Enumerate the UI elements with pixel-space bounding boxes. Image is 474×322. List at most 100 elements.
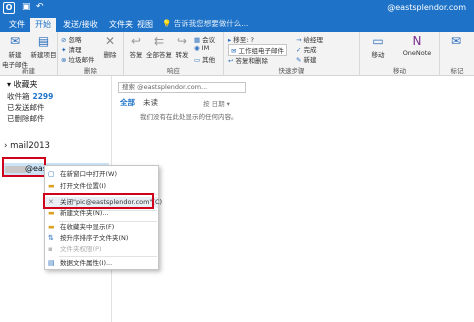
user-account[interactable]: @eastsplendor.com [387,3,466,12]
folder-inbox[interactable]: 收件箱 2299 [7,91,53,102]
more-button[interactable]: ▭ 其他 [194,54,215,64]
envelope-icon: ✉ [450,34,462,48]
ignore-button[interactable]: ⊘ 忽略 [61,34,81,44]
tab-file[interactable]: 文件 [4,18,30,32]
sort-dropdown[interactable]: 按 日期 ▾ [203,98,230,108]
undo-icon[interactable]: ↶ [36,2,44,12]
deleted-label: 已删除邮件 [7,114,45,123]
title-bar: O ▣ ↶ @eastsplendor.com [0,0,474,16]
onenote-icon: N [412,34,422,48]
quickstep-done[interactable]: ✓ 完成 [296,44,316,54]
ribbon: ✉ 新建 电子邮件 ▤ 新建项目 新建 ⊘ 忽略 ✦ 清理 ⊗ 垃圾邮件 ✕ 删除 删… [0,32,474,76]
ignore-icon: ⊘ [61,36,67,44]
folder-deleted[interactable]: 已删除邮件 [7,113,45,124]
tell-me-text: 告诉我您想要做什么... [173,19,249,28]
new-items-label: 新建项目 [30,51,57,59]
ribbon-group-label: 响应 [167,67,180,75]
quickstep-create-new[interactable]: ✎ 新建 [296,54,316,64]
move-to-label: 移至: ? [233,36,254,44]
create-new-icon: ✎ [296,56,302,64]
folder-sent[interactable]: 已发送邮件 [7,102,45,113]
new-items-button[interactable]: ▤ 新建项目 [30,34,57,59]
filter-all[interactable]: 全部 [120,97,135,108]
properties-icon: ▤ [48,259,55,267]
sort-icon: ⇅ [48,234,54,242]
favorites-header[interactable]: ▾ 收藏夹 [7,79,38,90]
junk-button[interactable]: ⊗ 垃圾邮件 [61,54,94,64]
reply-icon: ↩ [130,34,142,48]
ribbon-group-tags: ✉ 标记 [440,32,474,76]
lightbulb-icon: 💡 [162,19,172,28]
mailbox-mail2013[interactable]: › mail2013 [4,141,50,151]
new-window-icon: ▢ [48,170,55,178]
reply-label: 答复 [129,51,143,59]
more-label: 其他 [202,56,216,64]
mailbox-label: mail2013 [10,141,50,151]
quickstep-reply-delete[interactable]: ↩ 答复和删除 [228,55,268,65]
menu-label: 文件夹权限(P) [60,245,102,253]
team-email-label: 工作组电子邮件 [238,47,284,55]
meeting-button[interactable]: ▦ 会议 [194,34,215,44]
ribbon-group-label: 快速步骤 [278,67,305,75]
unread-read-button[interactable]: ✉ [444,34,468,49]
ribbon-group-new: ✉ 新建 电子邮件 ▤ 新建项目 新建 [0,32,58,76]
cleanup-button[interactable]: ✦ 清理 [61,44,81,54]
ribbon-group-respond: ↩ 答复 ⇇ 全部答复 ↪ 转发 ▦ 会议 ◉ IM ▭ 其他 响应 [124,32,224,76]
filter-unread[interactable]: 未读 [143,97,158,108]
im-button[interactable]: ◉ IM [194,44,209,52]
chevron-right-icon: › [4,141,8,151]
ribbon-group-label: 删除 [84,67,97,75]
reply-delete-label: 答复和删除 [235,57,268,65]
chevron-down-icon: ▾ [7,80,12,89]
menu-sort-subfolders[interactable]: ⇅ 按升序排序子文件夹(N) [45,233,158,244]
highlight-callout-account [2,157,46,177]
tab-home[interactable]: 开始 [30,18,56,32]
save-icon[interactable]: ▣ [22,2,31,12]
menu-show-in-favorites[interactable]: ▬ 在收藏夹中显示(F) [45,222,158,233]
to-manager-icon: → [296,36,302,44]
delete-button[interactable]: ✕ 删除 [98,34,122,59]
new-email-button[interactable]: ✉ 新建 电子邮件 [1,34,29,69]
menu-open-new-window[interactable]: ▢ 在新窗口中打开(W) [45,169,158,180]
reply-delete-icon: ↩ [228,57,234,65]
forward-button[interactable]: ↪ 转发 [172,34,192,59]
meeting-icon: ▦ [194,36,201,44]
to-manager-label: 给经理 [303,36,323,44]
menu-open-file-location[interactable]: ▬ 打开文件位置(I) [45,181,158,192]
reply-all-icon: ⇇ [153,34,165,48]
delete-label: 删除 [103,51,117,59]
star-icon: ▬ [48,223,55,231]
reply-all-button[interactable]: ⇇ 全部答复 [146,34,172,59]
quickstep-to-manager[interactable]: → 给经理 [296,34,323,44]
tab-view[interactable]: 视图 [132,18,158,32]
onenote-label: OneNote [402,49,432,57]
search-input[interactable]: 搜索 @eastsplendor.com... [118,82,246,93]
menu-new-folder[interactable]: ▬ 新建文件夹(N)... [45,208,158,219]
reply-button[interactable]: ↩ 答复 [126,34,146,59]
favorites-label: 收藏夹 [13,80,38,89]
quickstep-move-to[interactable]: ▸ 移至: ? [228,34,254,44]
cleanup-label: 清理 [68,46,82,54]
reading-pane [251,76,474,322]
menu-separator [59,256,157,257]
menu-label: 新建文件夹(N)... [60,209,109,217]
forward-icon: ↪ [176,34,188,48]
menu-folder-permissions[interactable]: ▪ 文件夹权限(P) [45,244,158,255]
menu-data-file-properties[interactable]: ▤ 数据文件属性(I)... [45,258,158,269]
ribbon-group-label: 新建 [22,67,35,75]
done-label: 完成 [303,46,317,54]
sent-label: 已发送邮件 [7,103,45,112]
menu-label: 在收藏夹中显示(F) [60,223,115,231]
tab-send-receive[interactable]: 发送/接收 [58,18,103,32]
ribbon-group-delete: ⊘ 忽略 ✦ 清理 ⊗ 垃圾邮件 ✕ 删除 删除 [58,32,124,76]
inbox-count: 2299 [32,92,54,101]
team-email-icon: ✉ [231,47,237,55]
junk-icon: ⊗ [61,56,67,64]
ignore-label: 忽略 [68,36,82,44]
move-button[interactable]: ▭ 移动 [366,34,390,59]
onenote-button[interactable]: N OneNote [400,34,434,57]
move-to-icon: ▸ [228,36,232,44]
more-icon: ▭ [194,56,201,64]
permissions-icon: ▪ [48,245,53,253]
tell-me-search[interactable]: 💡 告诉我您想要做什么... [162,18,248,29]
